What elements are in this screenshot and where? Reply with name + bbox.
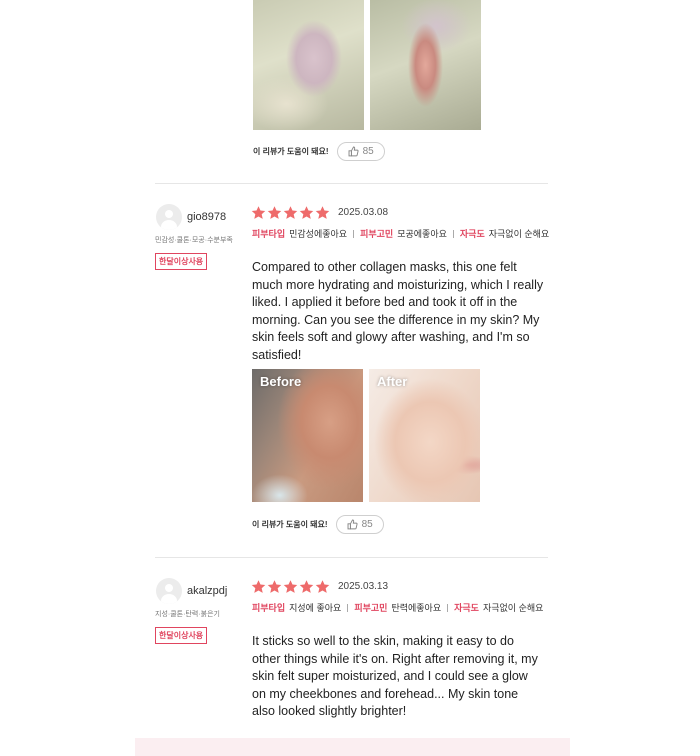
review-date: 2025.03.08	[338, 207, 389, 218]
tag-value-irritation: 자극없이 순해요	[482, 603, 544, 613]
helpful-count: 85	[361, 519, 373, 530]
star-icon	[267, 206, 282, 219]
star-icon	[251, 206, 266, 219]
review-photo-before[interactable]: Before	[252, 369, 363, 502]
review-photo[interactable]	[253, 0, 364, 130]
tag-key-skin-concern: 피부고민	[360, 229, 394, 239]
review-tags: 피부타입 지성에 좋아요 피부고민 탄력에좋아요 자극도 자극없이 순해요	[252, 601, 543, 614]
review-item: akalzpdj 지성·쿨톤·탄력·붉은기 한달이상사용 2025.03.13 …	[155, 578, 548, 718]
review-item: gio8978 민감성·쿨톤·모공·수분부족 한달이상사용 2025.03.08…	[155, 204, 549, 544]
helpful-row: 이 리뷰가 도움이 돼요! 85	[253, 142, 385, 161]
helpful-button[interactable]: 85	[336, 142, 385, 161]
tag-key-skin-type: 피부타입	[252, 603, 286, 613]
tag-key-skin-type: 피부타입	[252, 229, 286, 239]
review-photos: Before After	[252, 369, 480, 502]
star-icon	[267, 580, 282, 593]
star-rating	[251, 579, 330, 594]
review-date: 2025.03.13	[338, 581, 389, 592]
review-tags: 피부타입 민감성에좋아요 피부고민 모공에좋아요 자극도 자극없이 순해요	[252, 227, 549, 240]
tag-separator	[353, 229, 355, 238]
tag-value-skin-concern: 탄력에좋아요	[391, 603, 442, 613]
helpful-row: 이 리뷰가 도움이 돼요! 85	[252, 515, 384, 534]
bottom-banner	[135, 738, 570, 756]
reviewer-username[interactable]: akalzpdj	[187, 585, 227, 597]
tag-value-irritation: 자극없이 순해요	[488, 229, 550, 239]
photo-label: Before	[260, 374, 302, 389]
helpful-question: 이 리뷰가 도움이 돼요!	[253, 147, 329, 156]
tag-key-irritation: 자극도	[459, 229, 485, 239]
divider	[155, 183, 548, 184]
tag-separator	[447, 603, 449, 612]
review-photo-after[interactable]: After	[369, 369, 480, 502]
usage-badge: 한달이상사용	[155, 627, 208, 644]
star-icon	[251, 580, 266, 593]
tag-separator	[452, 229, 454, 238]
helpful-button[interactable]: 85	[335, 515, 384, 534]
tag-value-skin-concern: 모공에좋아요	[397, 229, 447, 239]
tag-key-skin-concern: 피부고민	[354, 603, 388, 613]
tag-value-skin-type: 지성에 좋아요	[289, 603, 342, 613]
star-rating	[251, 205, 330, 220]
reviewer-skin-profile: 민감성·쿨톤·모공·수분부족	[155, 237, 233, 244]
review-text: Compared to other collagen masks, this o…	[252, 260, 544, 362]
review-text: It sticks so well to the skin, making it…	[252, 634, 538, 718]
star-icon	[283, 206, 298, 219]
tag-key-irritation: 자극도	[454, 603, 479, 613]
photo-label: After	[377, 374, 408, 389]
star-icon	[315, 580, 330, 593]
review-photo[interactable]	[370, 0, 481, 130]
thumbs-up-icon	[347, 519, 358, 530]
star-icon	[283, 580, 298, 593]
star-icon	[299, 580, 314, 593]
helpful-count: 85	[362, 146, 374, 157]
avatar	[156, 204, 182, 230]
star-icon	[315, 206, 330, 219]
thumbs-up-icon	[348, 146, 359, 157]
tag-value-skin-type: 민감성에좋아요	[289, 229, 348, 239]
helpful-question: 이 리뷰가 도움이 돼요!	[252, 520, 328, 529]
avatar	[156, 578, 182, 604]
divider	[155, 557, 548, 558]
tag-separator	[347, 603, 349, 612]
usage-badge: 한달이상사용	[155, 253, 208, 270]
star-icon	[299, 206, 314, 219]
reviewer-username[interactable]: gio8978	[187, 211, 226, 223]
reviewer-skin-profile: 지성·쿨톤·탄력·붉은기	[155, 611, 220, 618]
review-photos	[253, 0, 481, 130]
